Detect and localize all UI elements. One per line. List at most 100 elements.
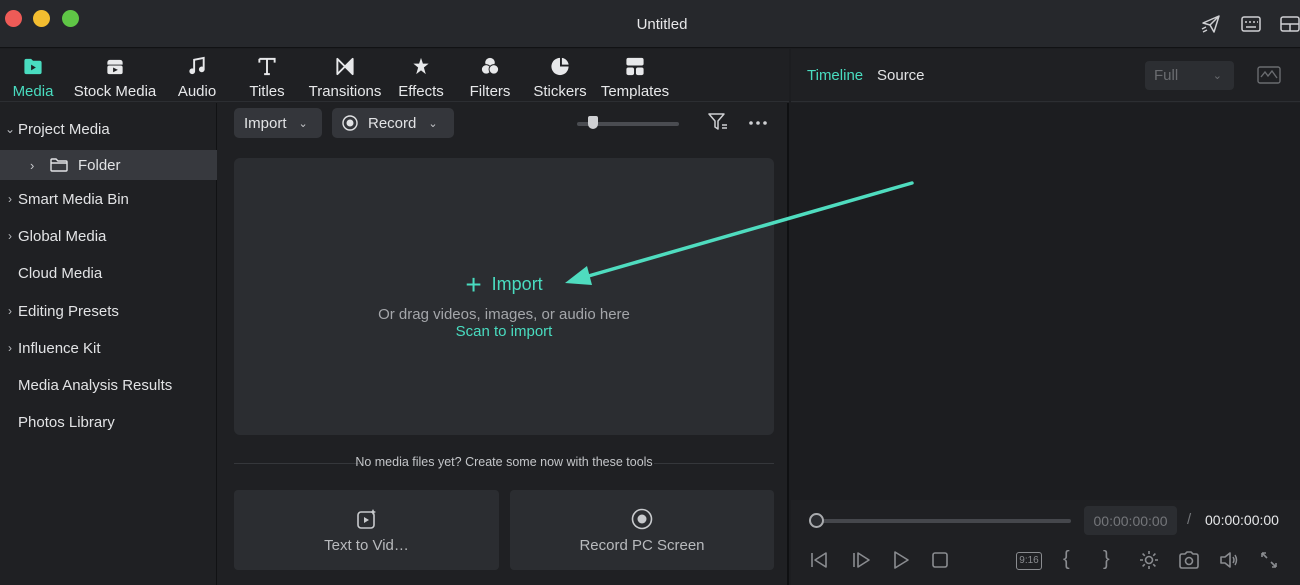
media-panel: Import ⌄ Record ⌄ + Import Or drag video… xyxy=(218,103,789,585)
sidebar-item-editing-presets[interactable]: › Editing Presets xyxy=(0,296,217,326)
playback-scrubber[interactable] xyxy=(816,519,1071,523)
sidebar-item-label: Editing Presets xyxy=(18,302,119,320)
tab-label: Stock Media xyxy=(73,83,157,100)
sidebar-item-photos-library[interactable]: Photos Library xyxy=(0,407,217,437)
text-to-video-card[interactable]: Text to Vid… xyxy=(234,490,499,570)
sidebar-item-label: Photos Library xyxy=(18,413,115,431)
import-button-label: Import xyxy=(244,114,287,132)
folder-media-icon xyxy=(24,58,42,75)
sticker-icon xyxy=(551,57,569,76)
play-icon[interactable] xyxy=(890,549,912,571)
sidebar-item-smart-media-bin[interactable]: › Smart Media Bin xyxy=(0,184,217,214)
record-screen-icon xyxy=(631,508,653,530)
chevron-down-icon: ⌄ xyxy=(1212,70,1222,82)
layout-icon[interactable] xyxy=(1279,14,1300,34)
no-media-hint: No media files yet? Create some now with… xyxy=(355,455,653,469)
tab-label: Effects xyxy=(398,83,444,100)
sidebar-item-label: Media Analysis Results xyxy=(18,376,173,394)
library-tabs: Media Stock Media Audio Titles Transitio… xyxy=(0,49,789,102)
transitions-icon xyxy=(336,57,354,76)
sidebar-item-label: Folder xyxy=(78,156,121,174)
sidebar-item-global-media[interactable]: › Global Media xyxy=(0,221,217,251)
record-icon xyxy=(342,115,358,131)
timecode-separator: / xyxy=(1187,511,1192,528)
filter-funnel-icon[interactable] xyxy=(707,111,729,133)
tab-label: Titles xyxy=(249,83,285,100)
mark-in-icon[interactable]: { xyxy=(1063,548,1070,571)
import-dropzone[interactable]: + Import Or drag videos, images, or audio… xyxy=(234,158,774,435)
sidebar-item-label: Cloud Media xyxy=(18,264,103,282)
player-header: Timeline Source Full ⌄ xyxy=(791,49,1300,102)
waveform-monitor-icon[interactable] xyxy=(1257,65,1281,85)
tab-source[interactable]: Source xyxy=(877,67,925,84)
chevron-right-icon: › xyxy=(30,157,35,173)
play-reverse-icon[interactable] xyxy=(850,549,872,571)
quality-value: Full xyxy=(1154,67,1179,84)
tab-timeline[interactable]: Timeline xyxy=(807,67,863,84)
tab-label: Filters xyxy=(469,83,511,100)
sidebar-item-label: Project Media xyxy=(18,120,110,138)
sidebar-item-project-media[interactable]: ⌄ Project Media xyxy=(0,114,217,144)
stock-media-icon xyxy=(107,59,123,75)
fullscreen-expand-icon[interactable] xyxy=(1258,549,1280,571)
tab-stock-media[interactable]: Stock Media xyxy=(72,54,158,100)
more-options-icon[interactable] xyxy=(747,112,769,134)
tab-templates[interactable]: Templates xyxy=(600,54,670,100)
tab-media[interactable]: Media xyxy=(8,54,58,100)
settings-gear-icon[interactable] xyxy=(1138,549,1160,571)
window-title: Untitled xyxy=(636,16,688,33)
tab-filters[interactable]: Filters xyxy=(466,54,514,100)
title-bar: Untitled xyxy=(0,0,1300,48)
chevron-down-icon: ⌄ xyxy=(428,117,438,130)
chevron-down-icon: ⌄ xyxy=(298,117,308,130)
library-area: Media Stock Media Audio Titles Transitio… xyxy=(0,49,789,585)
chevron-down-icon: ⌄ xyxy=(4,122,16,136)
quality-dropdown[interactable]: Full ⌄ xyxy=(1145,61,1234,90)
preview-viewport[interactable] xyxy=(791,103,1300,500)
text-to-video-icon xyxy=(356,509,376,529)
sidebar-item-cloud-media[interactable]: Cloud Media xyxy=(0,258,217,288)
tab-transitions[interactable]: Transitions xyxy=(304,54,386,100)
sidebar-item-media-analysis-results[interactable]: Media Analysis Results xyxy=(0,370,217,400)
aspect-ratio-button[interactable]: 9:16 xyxy=(1016,552,1042,570)
tab-effects[interactable]: Effects xyxy=(396,54,446,100)
tool-card-label: Text to Vid… xyxy=(324,537,409,554)
snapshot-camera-icon[interactable] xyxy=(1178,549,1200,571)
scan-to-import-link[interactable]: Scan to import xyxy=(234,323,774,340)
chevron-right-icon: › xyxy=(8,229,12,243)
import-dropdown-button[interactable]: Import ⌄ xyxy=(234,108,322,138)
tool-card-label: Record PC Screen xyxy=(579,537,705,554)
sidebar-item-folder[interactable]: › Folder xyxy=(0,150,217,180)
volume-icon[interactable] xyxy=(1218,549,1240,571)
player-panel: Timeline Source Full ⌄ 00:00:00:00 / 00:… xyxy=(791,49,1300,585)
tab-label: Media xyxy=(12,83,54,100)
chevron-right-icon: › xyxy=(8,192,12,206)
record-pc-screen-card[interactable]: Record PC Screen xyxy=(510,490,774,570)
sidebar-item-influence-kit[interactable]: › Influence Kit xyxy=(0,333,217,363)
effects-star-icon xyxy=(413,57,429,75)
import-link-label: Import xyxy=(491,274,543,294)
tab-audio[interactable]: Audio xyxy=(174,54,220,100)
tab-stickers[interactable]: Stickers xyxy=(530,54,590,100)
keyboard-icon[interactable] xyxy=(1240,14,1262,34)
music-note-icon xyxy=(189,56,205,75)
import-link[interactable]: + Import xyxy=(234,269,774,301)
media-sidebar: ⌄ Project Media › Folder › Smart Media B… xyxy=(0,103,217,585)
tab-label: Audio xyxy=(177,83,217,100)
chevron-right-icon: › xyxy=(8,304,12,318)
record-dropdown-button[interactable]: Record ⌄ xyxy=(332,108,454,138)
stop-icon[interactable] xyxy=(929,549,951,571)
tab-label: Templates xyxy=(600,83,670,100)
slider-handle[interactable] xyxy=(588,116,598,129)
sidebar-item-label: Smart Media Bin xyxy=(18,190,129,208)
plus-icon: + xyxy=(465,269,482,300)
total-timecode: 00:00:00:00 xyxy=(1205,512,1279,528)
tab-label: Transitions xyxy=(308,83,382,100)
send-icon[interactable] xyxy=(1200,14,1222,34)
previous-frame-icon[interactable] xyxy=(808,549,830,571)
current-timecode[interactable]: 00:00:00:00 xyxy=(1084,506,1177,535)
tab-titles[interactable]: Titles xyxy=(244,54,290,100)
mark-out-icon[interactable]: } xyxy=(1103,548,1110,571)
text-t-icon xyxy=(258,57,276,76)
playhead-handle[interactable] xyxy=(809,513,824,528)
